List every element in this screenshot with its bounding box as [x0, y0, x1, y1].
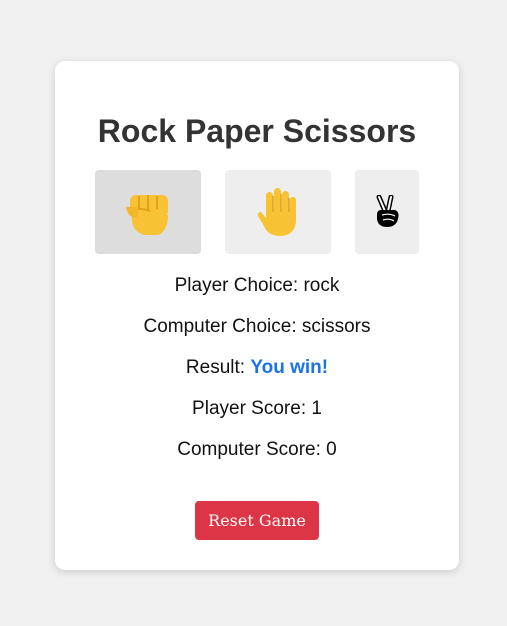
- result-label: Result:: [185, 357, 246, 378]
- scissors-button[interactable]: [355, 170, 419, 254]
- result-line: Result: You win!: [55, 356, 459, 380]
- reset-game-button[interactable]: Reset Game: [195, 501, 319, 540]
- computer-choice-value: scissors: [301, 316, 371, 337]
- computer-score-label: Computer Score:: [177, 439, 321, 460]
- computer-choice-line: Computer Choice: scissors: [55, 315, 459, 339]
- player-choice-line: Player Choice: rock: [55, 274, 459, 298]
- player-score-label: Player Score:: [192, 398, 307, 419]
- player-score-line: Player Score: 1: [55, 397, 459, 421]
- player-choice-value: rock: [303, 275, 340, 296]
- paper-button[interactable]: [225, 170, 331, 254]
- player-score-value: 1: [311, 398, 322, 419]
- raised-hand-icon: [254, 186, 302, 238]
- raised-fist-icon: [124, 187, 172, 237]
- computer-score-value: 0: [326, 439, 337, 460]
- victory-hand-icon: [373, 195, 401, 229]
- page-title: Rock Paper Scissors: [97, 113, 417, 149]
- computer-choice-label: Computer Choice:: [143, 316, 297, 337]
- computer-score-line: Computer Score: 0: [55, 438, 459, 462]
- player-choice-label: Player Choice:: [174, 275, 299, 296]
- choice-buttons: [55, 170, 459, 254]
- result-value: You win!: [250, 357, 329, 378]
- rock-button[interactable]: [95, 170, 201, 254]
- game-card: Rock Paper Scissors Player Choice: rock …: [55, 61, 459, 570]
